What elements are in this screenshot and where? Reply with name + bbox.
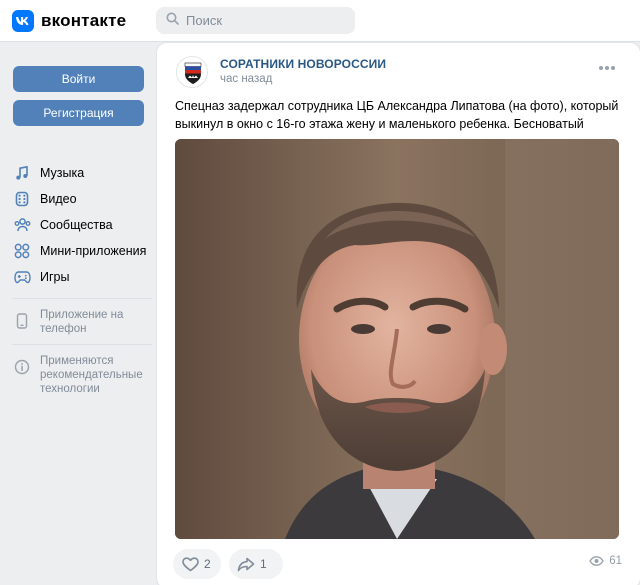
sidebar-item-communities[interactable]: Сообщества bbox=[12, 212, 152, 238]
sidebar-item-video[interactable]: Видео bbox=[12, 186, 152, 212]
sidebar-item-music[interactable]: Музыка bbox=[12, 160, 152, 186]
like-button[interactable]: 2 bbox=[173, 549, 221, 579]
login-button[interactable]: Войти bbox=[13, 66, 144, 92]
music-icon bbox=[12, 163, 32, 183]
games-icon bbox=[12, 267, 32, 287]
search-icon bbox=[166, 12, 179, 30]
sidebar-item-label: Мини-приложения bbox=[40, 244, 147, 258]
sidebar-item-label: Сообщества bbox=[40, 218, 113, 232]
group-name-link[interactable]: СОРАТНИКИ НОВОРОССИИ bbox=[220, 57, 386, 71]
app-phone-label: Приложение на телефон bbox=[40, 309, 124, 335]
like-count: 2 bbox=[204, 557, 211, 571]
sidebar-item-label: Игры bbox=[40, 270, 70, 284]
search-input[interactable] bbox=[186, 13, 346, 28]
share-count: 1 bbox=[260, 557, 267, 571]
man-portrait-image bbox=[175, 139, 619, 539]
communities-icon bbox=[12, 215, 32, 235]
mini-apps-icon bbox=[12, 241, 32, 261]
post-time[interactable]: час назад bbox=[220, 73, 272, 85]
sidebar-divider bbox=[12, 298, 152, 299]
share-icon bbox=[237, 555, 255, 573]
sidebar-menu: Музыка Видео Сообщества Мини-приложения … bbox=[12, 160, 152, 396]
register-button[interactable]: Регистрация bbox=[13, 100, 144, 126]
phone-icon bbox=[12, 311, 32, 331]
views-count: 61 bbox=[609, 555, 622, 567]
info-icon bbox=[12, 357, 32, 377]
vk-logo-icon bbox=[12, 10, 34, 32]
top-header: вконтакте bbox=[0, 0, 640, 42]
views-counter: 61 bbox=[589, 555, 622, 567]
post-text: Спецназ задержал сотрудника ЦБ Александр… bbox=[175, 99, 619, 131]
app-phone-link[interactable]: Приложение на телефон bbox=[12, 308, 152, 336]
search-box[interactable] bbox=[156, 7, 355, 34]
recommendation-notice-label: Применяются рекомендательные технологии bbox=[40, 355, 143, 395]
group-avatar[interactable] bbox=[176, 56, 208, 88]
video-icon bbox=[12, 189, 32, 209]
sidebar-item-label: Видео bbox=[40, 192, 77, 206]
sidebar-divider bbox=[12, 344, 152, 345]
heart-icon bbox=[181, 555, 199, 573]
recommendation-notice[interactable]: Применяются рекомендательные технологии bbox=[12, 354, 152, 396]
sidebar-item-mini-apps[interactable]: Мини-приложения bbox=[12, 238, 152, 264]
sidebar-item-games[interactable]: Игры bbox=[12, 264, 152, 290]
post-photo[interactable] bbox=[175, 139, 619, 539]
share-button[interactable]: 1 bbox=[229, 549, 283, 579]
sidebar-item-label: Музыка bbox=[40, 166, 85, 180]
more-options-icon[interactable] bbox=[599, 65, 615, 71]
vk-logo[interactable]: вконтакте bbox=[12, 10, 126, 32]
eye-icon bbox=[589, 556, 604, 566]
vk-logo-text: вконтакте bbox=[41, 11, 127, 30]
post-card: СОРАТНИКИ НОВОРОССИИ час назад Спецназ з… bbox=[157, 43, 640, 585]
